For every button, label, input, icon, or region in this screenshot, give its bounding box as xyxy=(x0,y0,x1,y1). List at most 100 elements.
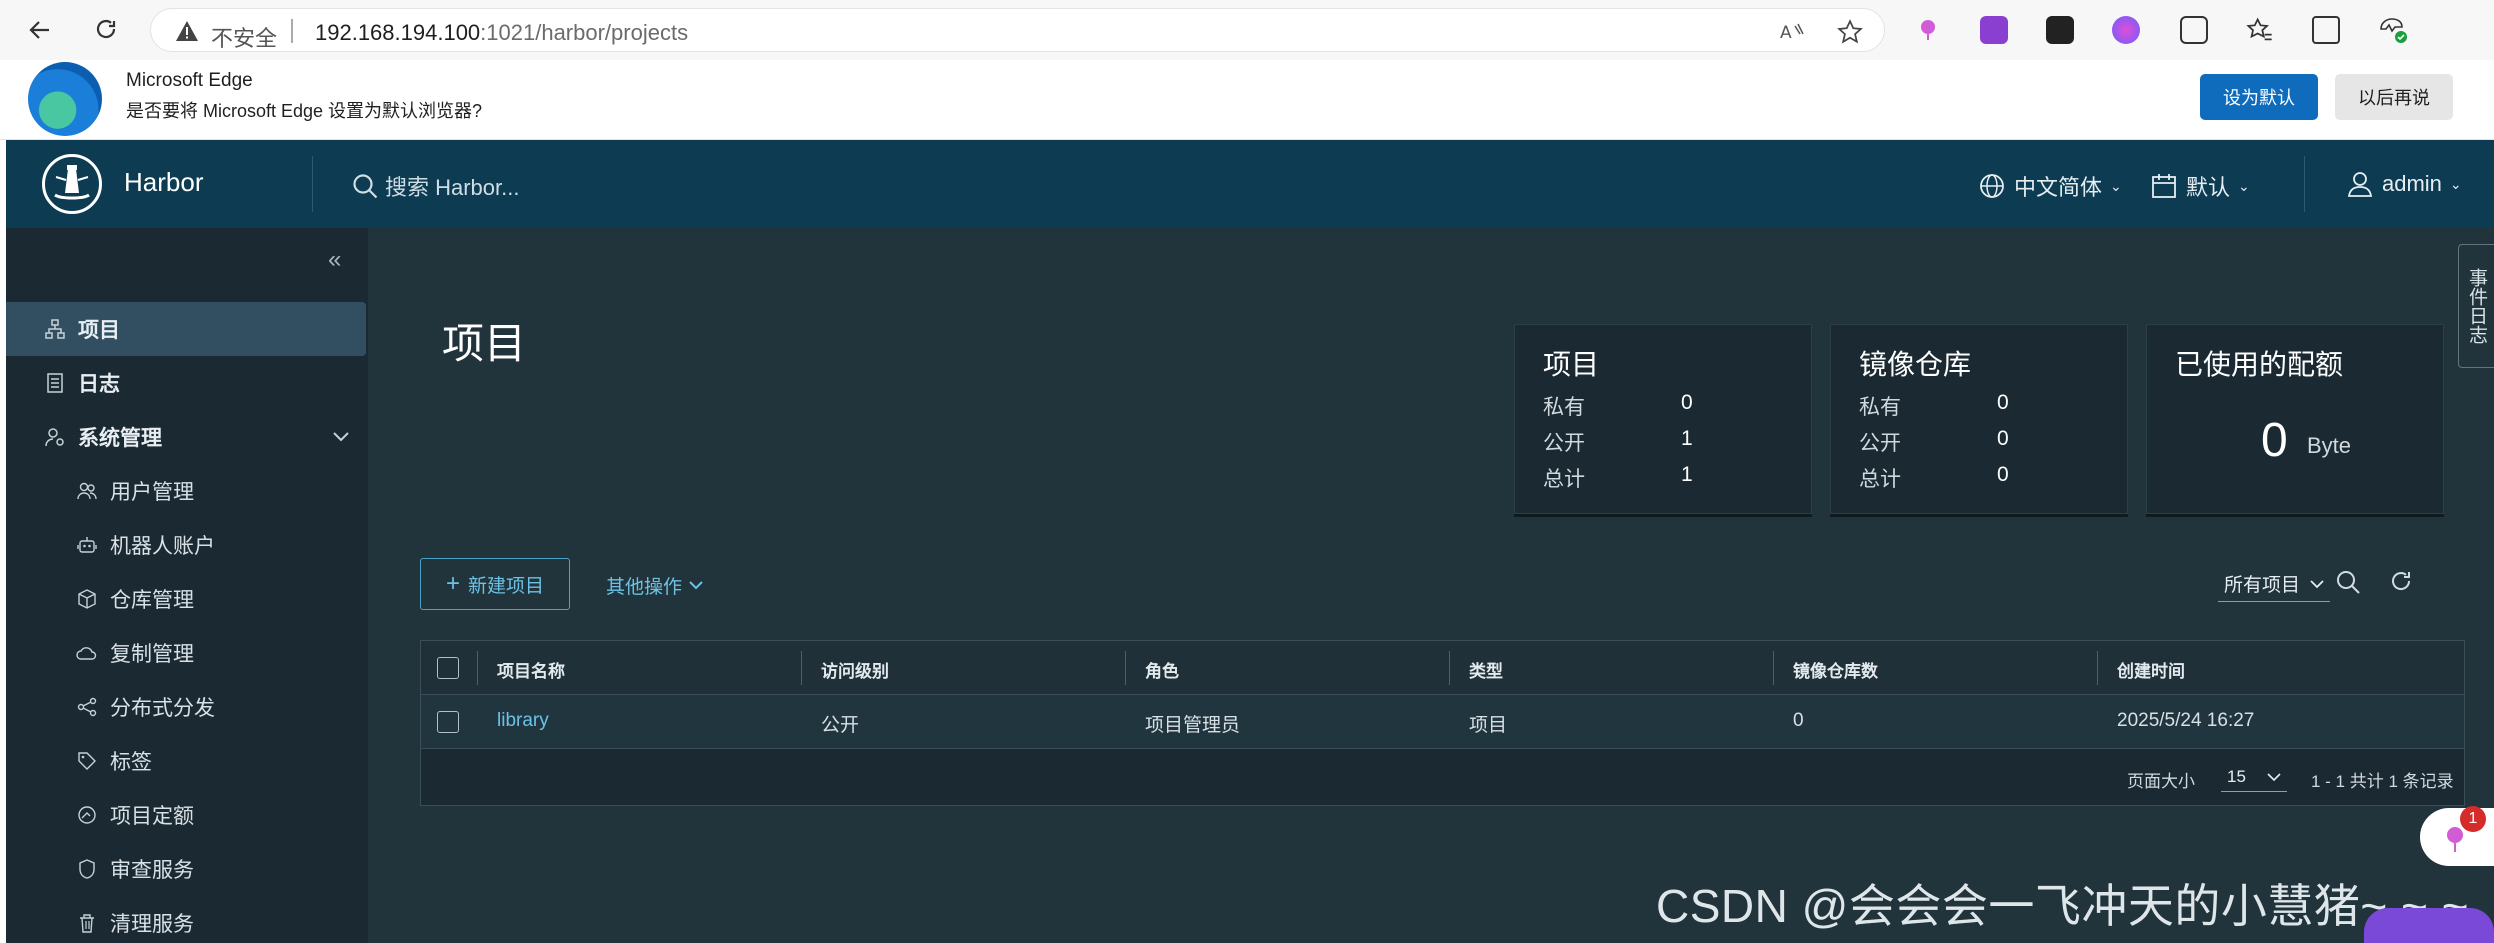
sidebar-item-label: 审查服务 xyxy=(110,859,194,882)
total-count: 1 xyxy=(1681,463,1693,486)
card-title: 项目 xyxy=(1543,349,1600,380)
column-separator xyxy=(1449,651,1450,685)
column-separator xyxy=(477,651,478,685)
page-size-label: 页面大小 xyxy=(2127,772,2195,791)
language-label: 中文简体 xyxy=(2014,175,2103,200)
harbor-logo-icon[interactable] xyxy=(42,154,102,214)
registry-icon xyxy=(74,589,100,609)
page-size-value: 15 xyxy=(2227,767,2246,786)
url-text[interactable]: 192.168.194.100:1021/harbor/projects xyxy=(315,20,688,46)
refresh-button[interactable] xyxy=(86,10,126,50)
search-icon[interactable] xyxy=(2334,568,2362,596)
table-row[interactable]: library 公开 项目管理员 项目 0 2025/5/24 16:27 xyxy=(421,695,2464,749)
main-content: 项目 项目 私有 0 公开 1 总计 1 镜像仓库 私有 0 公开 0 总计 0… xyxy=(368,228,2494,943)
sidebar-item-admin[interactable]: 系统管理 xyxy=(6,410,368,464)
infobar-title: Microsoft Edge xyxy=(126,70,253,91)
later-button[interactable]: 以后再说 xyxy=(2335,74,2453,120)
public-label: 公开 xyxy=(1859,432,1901,455)
collections-icon[interactable] xyxy=(2312,16,2340,44)
projects-table: 项目名称 访问级别 角色 类型 镜像仓库数 创建时间 library 公开 项目… xyxy=(420,640,2465,806)
chevron-down-icon[interactable] xyxy=(332,425,350,449)
chevron-down-icon xyxy=(2267,773,2281,782)
set-default-button[interactable]: 设为默认 xyxy=(2200,74,2318,120)
quota-value: 0 xyxy=(2261,414,2288,467)
global-search[interactable]: 搜索 Harbor... xyxy=(351,170,519,202)
sidebar-item-distribution[interactable]: 分布式分发 xyxy=(6,680,368,734)
sidebar-item-label: 清理服务 xyxy=(110,913,194,936)
pagination-summary: 1 - 1 共计 1 条记录 xyxy=(2311,772,2454,791)
cell-created: 2025/5/24 16:27 xyxy=(2117,710,2255,731)
refresh-icon[interactable] xyxy=(2388,568,2414,594)
collapse-sidebar-icon[interactable]: « xyxy=(328,246,341,274)
event-log-tab[interactable]: 事件日志 xyxy=(2458,244,2494,368)
new-project-button[interactable]: + 新建项目 xyxy=(420,558,570,610)
page-size-select[interactable]: 15 xyxy=(2221,763,2287,792)
total-count: 0 xyxy=(1997,463,2009,486)
sidebar-item-labels[interactable]: 标签 xyxy=(6,734,368,788)
back-button[interactable] xyxy=(20,10,60,50)
column-header-access[interactable]: 访问级别 xyxy=(821,657,889,682)
theme-selector[interactable]: 默认 ⌄ xyxy=(2150,170,2250,202)
header-divider xyxy=(312,156,313,212)
warning-icon xyxy=(176,21,198,41)
search-placeholder: 搜索 Harbor... xyxy=(385,175,520,200)
repositories-stats-card: 镜像仓库 私有 0 公开 0 总计 0 xyxy=(1830,324,2128,514)
column-header-role[interactable]: 角色 xyxy=(1145,657,1179,682)
column-header-repo-count[interactable]: 镜像仓库数 xyxy=(1793,657,1878,682)
back-arrow-icon xyxy=(29,21,49,39)
sidebar-item-label: 项目定额 xyxy=(110,805,194,828)
favorite-star-icon[interactable] xyxy=(1837,19,1863,45)
public-count: 1 xyxy=(1681,427,1693,450)
sidebar-item-clean-up[interactable]: 清理服务 xyxy=(6,896,368,943)
address-bar[interactable]: 不安全 192.168.194.100:1021/harbor/projects… xyxy=(150,8,1885,52)
sidebar-item-interrogation-services[interactable]: 审查服务 xyxy=(6,842,368,896)
chevron-down-icon: ⌄ xyxy=(2449,175,2462,192)
floating-assistant-button[interactable]: 1 xyxy=(2420,806,2494,866)
browser-toolbar: 不安全 192.168.194.100:1021/harbor/projects… xyxy=(0,0,2494,60)
sidebar-item-robot-accounts[interactable]: 机器人账户 xyxy=(6,518,368,572)
sidebar-item-project-quotas[interactable]: 项目定额 xyxy=(6,788,368,842)
corner-cloud-icon[interactable] xyxy=(2364,908,2494,943)
sidebar-item-users[interactable]: 用户管理 xyxy=(6,464,368,518)
app-header: Harbor 搜索 Harbor... 中文简体 ⌄ 默认 ⌄ admin ⌄ xyxy=(6,140,2494,228)
select-all-checkbox[interactable] xyxy=(437,657,459,679)
quota-stats-card: 已使用的配额 0 Byte xyxy=(2146,324,2444,514)
project-filter-select[interactable]: 所有项目 xyxy=(2218,570,2331,602)
sidebar-item-replications[interactable]: 复制管理 xyxy=(6,626,368,680)
extension-balloon-icon[interactable] xyxy=(1914,16,1942,44)
column-header-type[interactable]: 类型 xyxy=(1469,657,1503,682)
extension-dark-icon[interactable] xyxy=(2046,16,2074,44)
brand-name[interactable]: Harbor xyxy=(124,167,203,198)
extension-brain-icon[interactable] xyxy=(2112,16,2140,44)
sidebar-item-label: 标签 xyxy=(110,751,152,774)
browser-essentials-icon[interactable] xyxy=(2378,16,2407,44)
trash-icon xyxy=(74,913,100,933)
globe-icon xyxy=(1980,174,2004,198)
other-actions-label: 其他操作 xyxy=(606,577,683,598)
infobar-message: 是否要将 Microsoft Edge 设置为默认浏览器? xyxy=(126,101,483,121)
sidebar: « 项目 日志 系统管理 用户管理 机器人账户 仓库管理 复制管理 分布式分发 … xyxy=(6,228,368,943)
sidebar-item-logs[interactable]: 日志 xyxy=(6,356,368,410)
split-screen-icon[interactable] xyxy=(2180,16,2208,44)
language-selector[interactable]: 中文简体 ⌄ xyxy=(1978,170,2122,202)
other-actions-dropdown[interactable]: 其他操作 xyxy=(606,572,704,599)
projects-stats-card: 项目 私有 0 公开 1 总计 1 xyxy=(1514,324,1812,514)
extension-purple-icon[interactable] xyxy=(1980,16,2008,44)
column-header-created[interactable]: 创建时间 xyxy=(2117,657,2185,682)
project-name-link[interactable]: library xyxy=(497,710,549,732)
sidebar-item-label: 机器人账户 xyxy=(110,535,215,558)
read-aloud-icon[interactable]: A xyxy=(1779,20,1805,44)
column-header-name[interactable]: 项目名称 xyxy=(497,657,565,682)
user-menu[interactable]: admin ⌄ xyxy=(2346,170,2462,198)
private-count: 0 xyxy=(1997,391,2009,414)
row-checkbox[interactable] xyxy=(437,711,459,733)
column-separator xyxy=(1773,651,1774,685)
sidebar-item-registries[interactable]: 仓库管理 xyxy=(6,572,368,626)
private-label: 私有 xyxy=(1543,396,1585,419)
favorites-icon[interactable] xyxy=(2246,16,2274,44)
calendar-icon xyxy=(2152,174,2176,198)
public-count: 0 xyxy=(1997,427,2009,450)
svg-text:A: A xyxy=(1780,23,1792,43)
sidebar-item-projects[interactable]: 项目 xyxy=(6,302,366,356)
table-header: 项目名称 访问级别 角色 类型 镜像仓库数 创建时间 xyxy=(421,641,2464,695)
